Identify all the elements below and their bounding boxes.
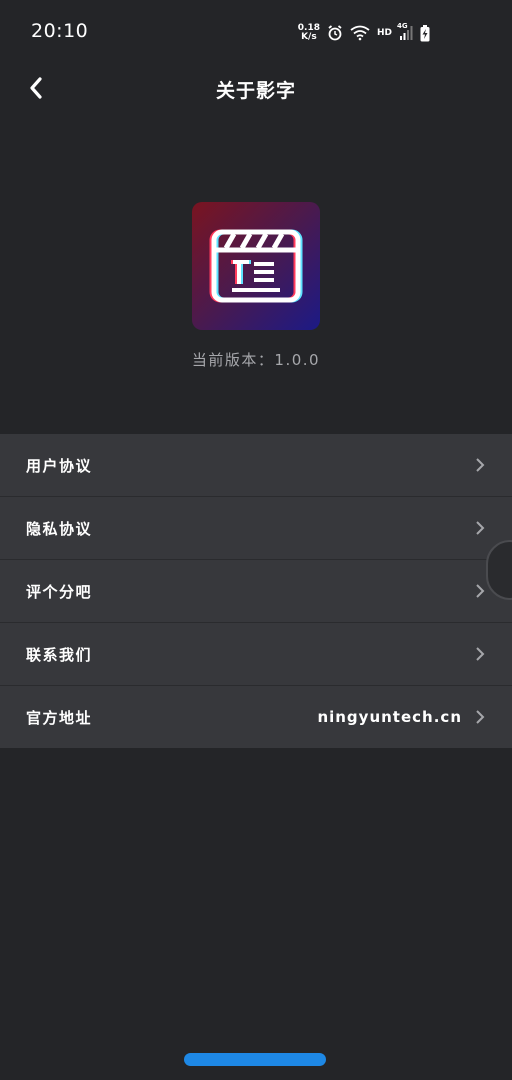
menu-item-label: 用户协议 bbox=[26, 456, 93, 475]
chevron-right-icon bbox=[474, 646, 486, 662]
menu-item-official-website[interactable]: 官方地址 ningyuntech.cn bbox=[0, 686, 512, 748]
menu-item-user-agreement[interactable]: 用户协议 bbox=[0, 434, 512, 497]
hd-label: HD bbox=[376, 28, 392, 38]
page-title: 关于影字 bbox=[215, 80, 296, 102]
wifi-icon bbox=[350, 25, 370, 41]
chevron-right-icon bbox=[474, 709, 486, 725]
menu-item-label: 官方地址 bbox=[26, 708, 93, 727]
header: 关于影字 bbox=[0, 64, 512, 116]
menu-item-label: 联系我们 bbox=[26, 645, 93, 664]
chevron-right-icon bbox=[474, 457, 486, 473]
app-logo bbox=[192, 202, 320, 330]
signal-icon: 4G bbox=[397, 22, 413, 41]
chevron-right-icon bbox=[474, 520, 486, 536]
menu-item-label: 隐私协议 bbox=[26, 519, 93, 538]
official-website-url: ningyuntech.cn bbox=[317, 708, 462, 726]
bottom-indicator-bar bbox=[184, 1053, 326, 1066]
about-menu: 用户协议 隐私协议 评个分吧 联系我们 官方地址 ningyuntech.cn bbox=[0, 434, 512, 748]
status-icons: 0.18 K/s HD 4G bbox=[298, 22, 430, 44]
battery-charging-icon bbox=[420, 24, 430, 42]
network-type: 4G bbox=[397, 22, 408, 30]
chevron-right-icon bbox=[474, 583, 486, 599]
alarm-icon bbox=[327, 25, 343, 41]
status-bar: 20:10 0.18 K/s HD 4G bbox=[0, 0, 512, 64]
menu-item-contact-us[interactable]: 联系我们 bbox=[0, 623, 512, 686]
menu-item-label: 评个分吧 bbox=[26, 582, 93, 601]
menu-item-privacy-policy[interactable]: 隐私协议 bbox=[0, 497, 512, 560]
menu-item-rate-app[interactable]: 评个分吧 bbox=[0, 560, 512, 623]
network-speed: 0.18 K/s bbox=[298, 24, 320, 42]
status-time: 20:10 bbox=[31, 20, 89, 42]
app-version: 当前版本：1.0.0 bbox=[191, 351, 321, 369]
network-speed-unit: K/s bbox=[301, 32, 317, 42]
